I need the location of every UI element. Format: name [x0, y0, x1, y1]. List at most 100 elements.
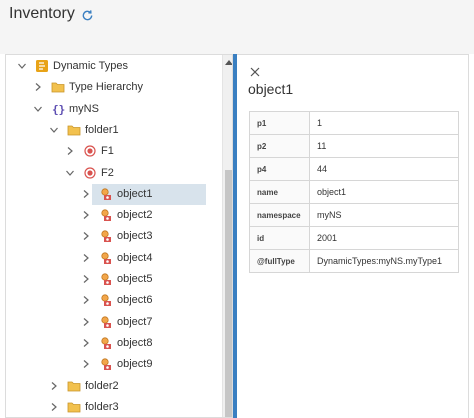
- chevron-right-icon[interactable]: [65, 146, 75, 156]
- tree-node-object1[interactable]: object1: [83, 183, 206, 205]
- tree-node-dynamic-types[interactable]: Dynamic Types: [6, 56, 211, 77]
- object-icon: [99, 272, 113, 286]
- tree-node-object5[interactable]: object5: [6, 269, 211, 290]
- svg-text:{}: {}: [52, 103, 65, 116]
- tree-node-folder3[interactable]: folder3: [6, 397, 211, 417]
- property-key: p4: [249, 157, 310, 181]
- chevron-down-icon[interactable]: [49, 125, 59, 135]
- tree-node-object6[interactable]: object6: [6, 290, 211, 311]
- tree-node-label: Type Hierarchy: [69, 81, 143, 94]
- tree-node-label: object8: [117, 336, 153, 349]
- property-row: namespace myNS: [249, 203, 459, 227]
- chevron-right-icon[interactable]: [81, 359, 91, 369]
- chevron-right-icon[interactable]: [81, 253, 91, 263]
- chevron-right-icon[interactable]: [49, 402, 59, 412]
- object-icon: [99, 357, 113, 371]
- property-row: name object1: [249, 180, 459, 204]
- tree-node-label: Dynamic Types: [53, 60, 128, 72]
- folder-icon: [67, 400, 81, 414]
- type-icon: [83, 144, 97, 158]
- object-icon: [99, 293, 113, 307]
- detail-panel: object1 p1 1 p2 11 p4 44 name object1 namespace m…: [237, 54, 469, 418]
- property-key: namespace: [249, 203, 310, 227]
- scroll-up-icon[interactable]: [225, 59, 233, 65]
- tree-node-label: object9: [117, 358, 153, 371]
- chevron-right-icon[interactable]: [81, 189, 91, 199]
- property-value: myNS: [309, 203, 459, 227]
- tree-node-folder1[interactable]: folder1: [6, 120, 211, 141]
- folder-icon: [67, 379, 81, 393]
- property-key: p1: [249, 111, 310, 135]
- property-row: p4 44: [249, 157, 459, 181]
- object-icon: [99, 187, 113, 201]
- object-icon: [99, 229, 113, 243]
- tree-node-object2[interactable]: object2: [6, 205, 211, 226]
- inventory-tree: Dynamic Types Type Hierarchy {} myNS folder1…: [5, 54, 233, 418]
- chevron-down-icon[interactable]: [17, 61, 27, 71]
- property-row: p1 1: [249, 111, 459, 135]
- property-key: p2: [249, 134, 310, 158]
- tree-node-label: object6: [117, 294, 153, 307]
- tree-node-label: object4: [117, 251, 153, 264]
- property-key: id: [249, 226, 310, 250]
- dynamic-types-icon: [35, 59, 49, 73]
- chevron-right-icon[interactable]: [49, 381, 59, 391]
- property-value: DynamicTypes:myNS.myType1: [309, 249, 459, 273]
- property-table: p1 1 p2 11 p4 44 name object1 namespace myNS id 200…: [249, 111, 459, 273]
- tree-node-object4[interactable]: object4: [6, 248, 211, 269]
- object-icon: [99, 208, 113, 222]
- chevron-right-icon[interactable]: [81, 317, 91, 327]
- property-row: p2 11: [249, 134, 459, 158]
- detail-title: object1: [248, 81, 294, 97]
- object-icon: [99, 251, 113, 265]
- tree-node-label: F1: [101, 145, 114, 158]
- tree-node-label: myNS: [69, 102, 99, 115]
- property-row: @fullType DynamicTypes:myNS.myType1: [249, 249, 459, 273]
- namespace-icon: {}: [51, 102, 65, 116]
- property-value: object1: [309, 180, 459, 204]
- tree-node-folder2[interactable]: folder2: [6, 376, 211, 397]
- folder-icon: [51, 80, 65, 94]
- property-key: name: [249, 180, 310, 204]
- folder-icon: [67, 123, 81, 137]
- tree-node-label: object1: [117, 187, 153, 200]
- page-header: Inventory: [0, 0, 474, 54]
- tree-node-object7[interactable]: object7: [6, 312, 211, 333]
- tree-node-label: object5: [117, 273, 153, 285]
- tree-node-object3[interactable]: object3: [6, 226, 211, 247]
- property-value: 11: [309, 134, 459, 158]
- scroll-thumb[interactable]: [225, 170, 232, 417]
- property-row: id 2001: [249, 226, 459, 250]
- chevron-down-icon[interactable]: [33, 104, 43, 114]
- tree-node-object9[interactable]: object9: [6, 354, 211, 375]
- object-icon: [99, 315, 113, 329]
- page-title: Inventory: [9, 5, 75, 22]
- tree-node-label: folder1: [85, 123, 119, 136]
- tree-node-label: F2: [101, 166, 114, 179]
- refresh-icon[interactable]: [81, 9, 94, 22]
- tree-node-label: folder2: [85, 379, 119, 392]
- chevron-right-icon[interactable]: [81, 210, 91, 220]
- chevron-right-icon[interactable]: [81, 338, 91, 348]
- tree-scrollbar[interactable]: [222, 55, 233, 417]
- chevron-right-icon[interactable]: [81, 295, 91, 305]
- tree-node-label: object3: [117, 230, 153, 243]
- tree-node-type-hierarchy[interactable]: Type Hierarchy: [6, 77, 211, 98]
- close-icon[interactable]: [250, 67, 260, 77]
- tree-node-f2[interactable]: F2: [6, 163, 211, 184]
- chevron-right-icon[interactable]: [81, 231, 91, 241]
- chevron-down-icon[interactable]: [65, 168, 75, 178]
- tree-node-label: object2: [117, 209, 153, 222]
- tree-node-myns[interactable]: {} myNS: [6, 99, 211, 120]
- chevron-right-icon[interactable]: [81, 274, 91, 284]
- tree-node-f1[interactable]: F1: [6, 141, 211, 162]
- tree-node-label: object7: [117, 315, 153, 328]
- property-value: 1: [309, 111, 459, 135]
- property-value: 2001: [309, 226, 459, 250]
- type-icon: [83, 166, 97, 180]
- tree-node-label: folder3: [85, 400, 119, 413]
- object-icon: [99, 336, 113, 350]
- tree-node-object8[interactable]: object8: [6, 333, 211, 354]
- property-value: 44: [309, 157, 459, 181]
- chevron-right-icon[interactable]: [33, 82, 43, 92]
